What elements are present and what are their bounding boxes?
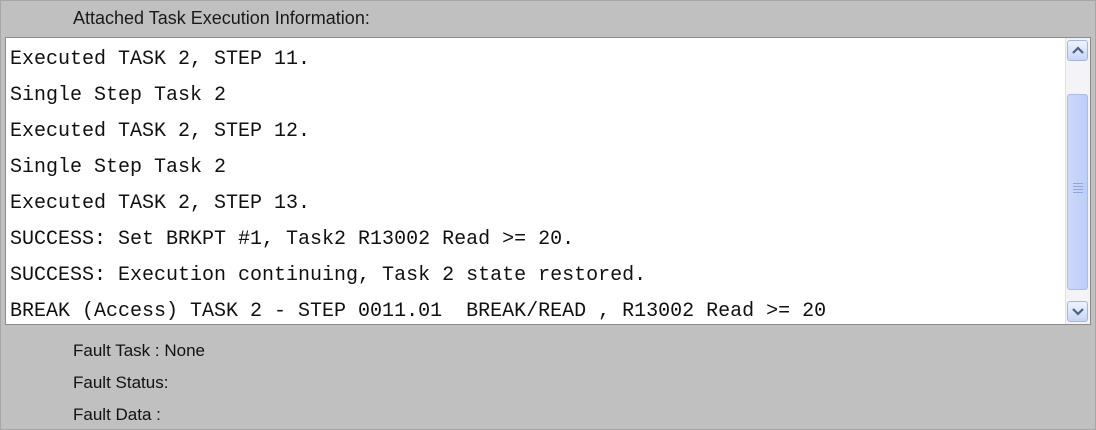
- scroll-down-arrow-icon: [1072, 308, 1084, 316]
- task-execution-panel: Attached Task Execution Information: Exe…: [0, 0, 1096, 430]
- vertical-scrollbar[interactable]: [1065, 38, 1090, 324]
- fault-status-label: Fault Status:: [73, 373, 169, 392]
- log-line: SUCCESS: Execution continuing, Task 2 st…: [10, 264, 647, 287]
- scroll-up-arrow-icon: [1072, 46, 1084, 54]
- log-line: Executed TASK 2, STEP 12.: [10, 120, 311, 143]
- panel-header: Attached Task Execution Information:: [1, 1, 1095, 37]
- scroll-down-button[interactable]: [1067, 301, 1088, 322]
- log-line: Single Step Task 2: [10, 156, 227, 179]
- scroll-thumb-grip-icon: [1073, 183, 1083, 195]
- panel-title: Attached Task Execution Information:: [73, 8, 370, 28]
- fault-data-label: Fault Data :: [73, 405, 161, 424]
- log-line: Executed TASK 2, STEP 13.: [10, 192, 311, 215]
- log-line: BREAK (Access) TASK 2 - STEP 0011.01 BRE…: [10, 300, 827, 322]
- log-line: Executed TASK 2, STEP 11.: [10, 48, 311, 71]
- log-line: Single Step Task 2: [10, 84, 227, 107]
- scrollbar-thumb[interactable]: [1067, 94, 1088, 290]
- execution-log-textarea[interactable]: Executed TASK 2, STEP 11. Single Step Ta…: [5, 37, 1091, 325]
- execution-log-lines: Executed TASK 2, STEP 11. Single Step Ta…: [6, 42, 1066, 322]
- fault-task-label: Fault Task : None: [73, 341, 205, 360]
- log-line: SUCCESS: Set BRKPT #1, Task2 R13002 Read…: [10, 228, 575, 251]
- scroll-up-button[interactable]: [1067, 40, 1088, 61]
